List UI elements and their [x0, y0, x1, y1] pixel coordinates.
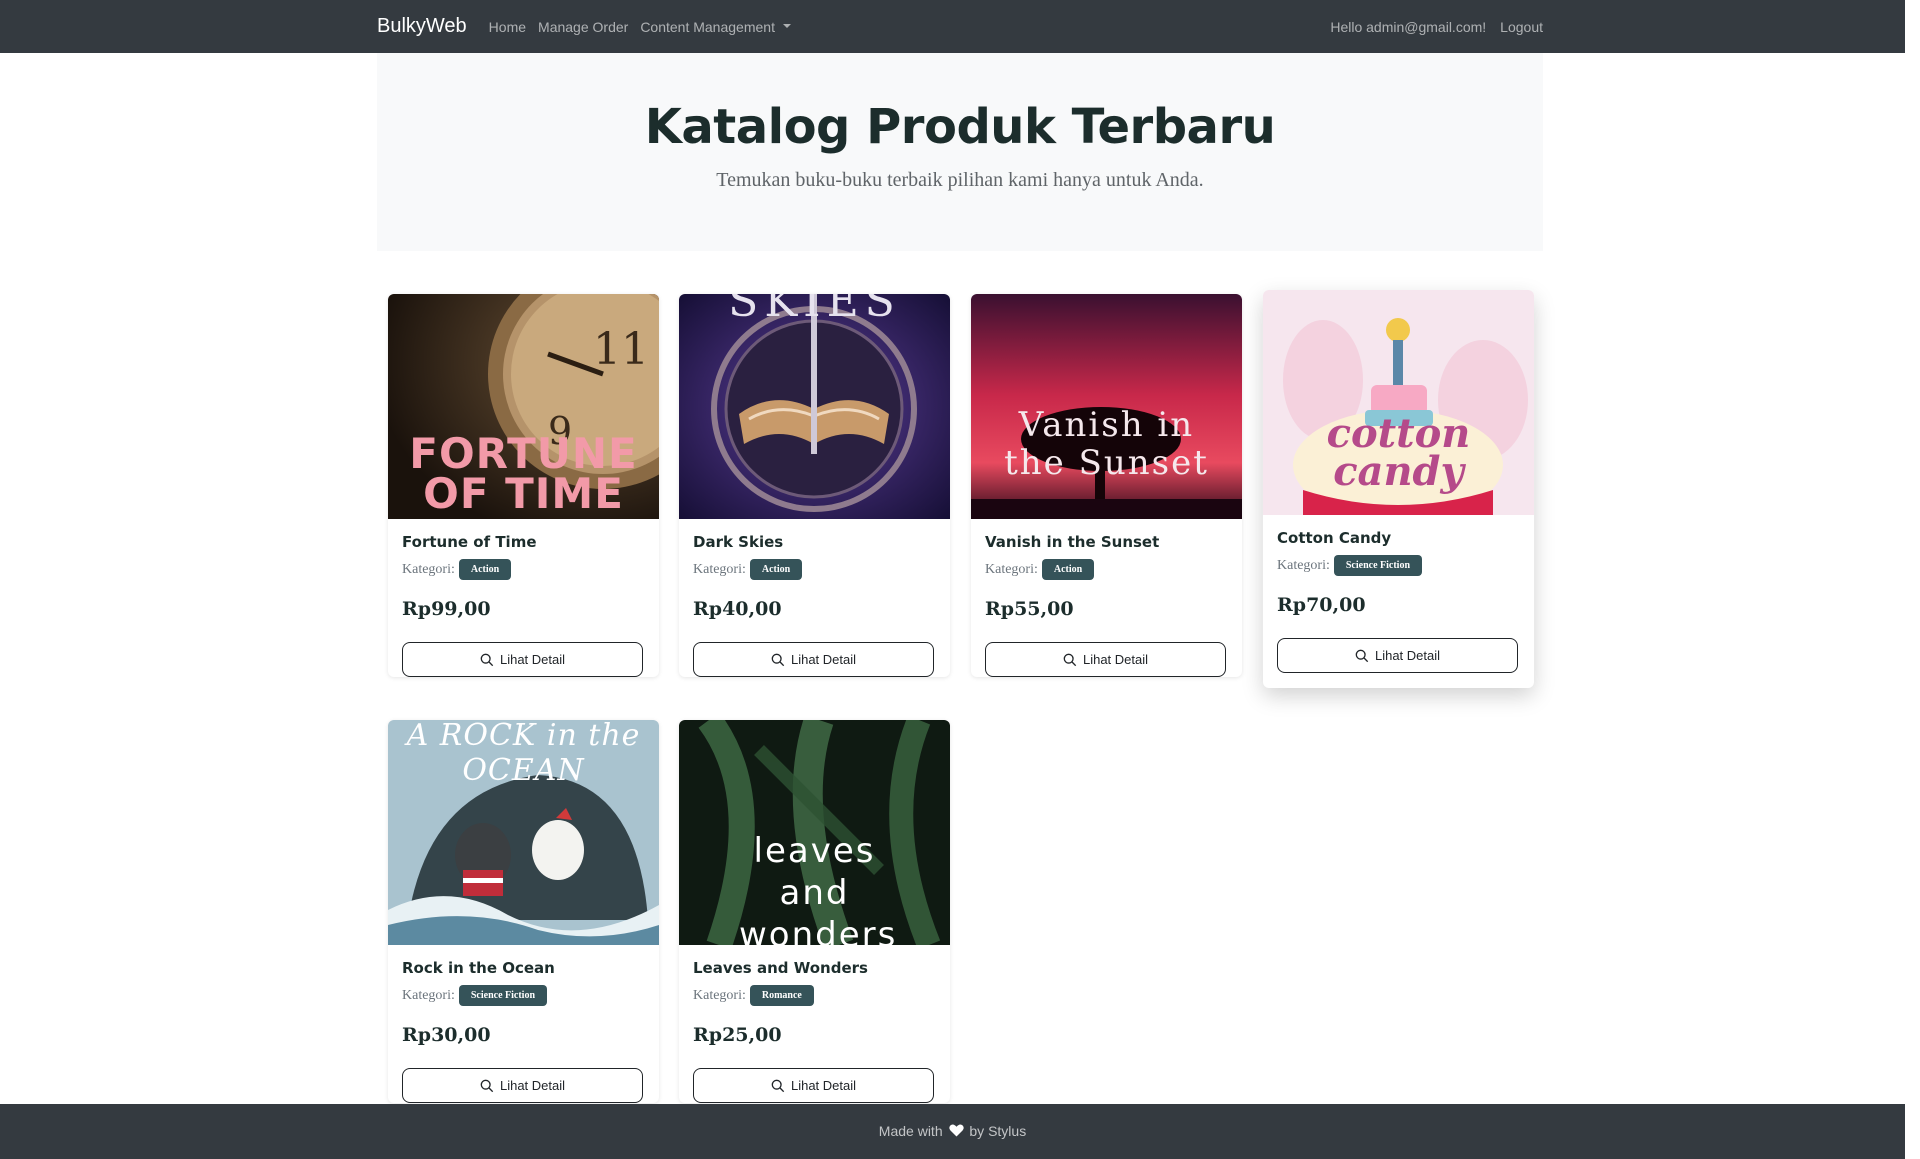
view-detail-label: Lihat Detail [499, 1078, 566, 1093]
view-detail-label: Lihat Detail [1374, 648, 1441, 663]
product-title: Vanish in the Sunset [985, 533, 1160, 551]
view-detail-label: Lihat Detail [790, 652, 857, 667]
nav-manage-order[interactable]: Manage Order [538, 19, 628, 35]
cover-title: A ROCK in the OCEAN [406, 720, 641, 788]
view-detail-button[interactable]: Lihat Detail [402, 642, 643, 677]
dark-skies-cover [679, 294, 950, 519]
product-card: cotton candy Cotton Candy Kategori: Scie… [1263, 290, 1534, 688]
card-body: Rock in the Ocean Kategori: Science Fict… [388, 945, 659, 1103]
book-cover-image[interactable]: A ROCK in the OCEAN [388, 720, 659, 945]
category-label: Kategori: [402, 987, 455, 1003]
category-row: Kategori: Action [693, 559, 936, 580]
product-card: Vanish in the Sunset Vanish in the Sunse… [971, 294, 1242, 677]
cover-title: FORTUNE OF TIME [409, 429, 638, 518]
product-title: Cotton Candy [1277, 529, 1392, 547]
cover-title: Vanish in the Sunset [1004, 405, 1209, 483]
search-icon [480, 1079, 494, 1092]
scrollbar[interactable] [1905, 0, 1920, 1159]
product-title: Rock in the Ocean [402, 959, 555, 977]
page-title: Katalog Produk Terbaru [644, 99, 1276, 155]
product-price: Rp55,00 [985, 598, 1074, 620]
card-body: Vanish in the Sunset Kategori: Action Rp… [971, 519, 1242, 677]
footer: Made with by Stylus [0, 1104, 1905, 1159]
navbar: BulkyWeb Home Manage Order Content Manag… [0, 0, 1920, 53]
page-subtitle: Temukan buku-buku terbaik pilihan kami h… [716, 169, 1204, 191]
search-icon [480, 653, 494, 666]
hero-banner: Katalog Produk Terbaru Temukan buku-buku… [377, 53, 1543, 251]
product-title: Leaves and Wonders [693, 959, 868, 977]
search-icon [1063, 653, 1077, 666]
book-cover-image[interactable]: Vanish in the Sunset [971, 294, 1242, 519]
search-icon [771, 1079, 785, 1092]
nav-content-management-label: Content Management [640, 18, 775, 35]
category-label: Kategori: [693, 561, 746, 577]
cover-title: leaves and wonders [739, 831, 898, 945]
product-title: Dark Skies [693, 533, 784, 551]
category-badge: Action [749, 559, 803, 580]
category-label: Kategori: [1277, 557, 1330, 573]
product-price: Rp30,00 [402, 1024, 491, 1046]
brand-logo[interactable]: BulkyWeb [377, 15, 467, 38]
category-label: Kategori: [693, 987, 746, 1003]
view-detail-label: Lihat Detail [499, 652, 566, 667]
category-row: Kategori: Action [985, 559, 1228, 580]
product-title: Fortune of Time [402, 533, 537, 551]
card-body: Leaves and Wonders Kategori: Romance Rp2… [679, 945, 950, 1103]
product-card: A ROCK in the OCEAN Rock in the Ocean Ka… [388, 720, 659, 1103]
footer-suffix: by Stylus [969, 1123, 1027, 1139]
heart-icon [948, 1124, 964, 1137]
nav-home[interactable]: Home [489, 19, 526, 35]
category-label: Kategori: [402, 561, 455, 577]
category-badge: Romance [749, 985, 814, 1006]
footer-prefix: Made with [878, 1123, 943, 1139]
search-icon [771, 653, 785, 666]
category-badge: Action [1041, 559, 1095, 580]
cover-title: SKIES [728, 294, 901, 327]
category-row: Kategori: Romance [693, 985, 936, 1006]
product-card: SKIES Dark Skies Kategori: Action Rp40,0… [679, 294, 950, 677]
cover-title: cotton candy [1326, 410, 1471, 495]
book-cover-image[interactable]: leaves and wonders [679, 720, 950, 945]
category-row: Kategori: Action [402, 559, 645, 580]
svg-text:11: 11 [593, 324, 649, 375]
book-cover-image[interactable]: cotton candy [1263, 290, 1534, 515]
card-body: Dark Skies Kategori: Action Rp40,00 Liha… [679, 519, 950, 677]
view-detail-button[interactable]: Lihat Detail [1277, 638, 1518, 673]
product-price: Rp40,00 [693, 598, 782, 620]
product-card: leaves and wonders Leaves and Wonders Ka… [679, 720, 950, 1103]
category-row: Kategori: Science Fiction [1277, 555, 1520, 576]
category-badge: Science Fiction [1333, 555, 1423, 576]
view-detail-button[interactable]: Lihat Detail [402, 1068, 643, 1103]
category-badge: Science Fiction [458, 985, 548, 1006]
product-card: 11 9 FORTUNE OF TIME Fortune of Time Kat… [388, 294, 659, 677]
book-cover-image[interactable]: 11 9 FORTUNE OF TIME [388, 294, 659, 519]
search-icon [1355, 649, 1369, 662]
view-detail-button[interactable]: Lihat Detail [693, 1068, 934, 1103]
navbar-right: Hello admin@gmail.com! Logout [1316, 19, 1543, 35]
card-body: Fortune of Time Kategori: Action Rp99,00… [388, 519, 659, 677]
product-price: Rp25,00 [693, 1024, 782, 1046]
view-detail-button[interactable]: Lihat Detail [985, 642, 1226, 677]
card-body: Cotton Candy Kategori: Science Fiction R… [1263, 515, 1534, 673]
user-greeting[interactable]: Hello admin@gmail.com! [1330, 19, 1486, 35]
category-row: Kategori: Science Fiction [402, 985, 645, 1006]
category-label: Kategori: [985, 561, 1038, 577]
product-price: Rp70,00 [1277, 594, 1366, 616]
logout-link[interactable]: Logout [1500, 19, 1543, 35]
navbar-inner: BulkyWeb Home Manage Order Content Manag… [377, 0, 1543, 53]
view-detail-button[interactable]: Lihat Detail [693, 642, 934, 677]
chevron-down-icon [782, 23, 791, 28]
book-cover-image[interactable]: SKIES [679, 294, 950, 519]
nav-content-management[interactable]: Content Management [640, 19, 791, 35]
view-detail-label: Lihat Detail [1082, 652, 1149, 667]
product-price: Rp99,00 [402, 598, 491, 620]
view-detail-label: Lihat Detail [790, 1078, 857, 1093]
category-badge: Action [458, 559, 512, 580]
